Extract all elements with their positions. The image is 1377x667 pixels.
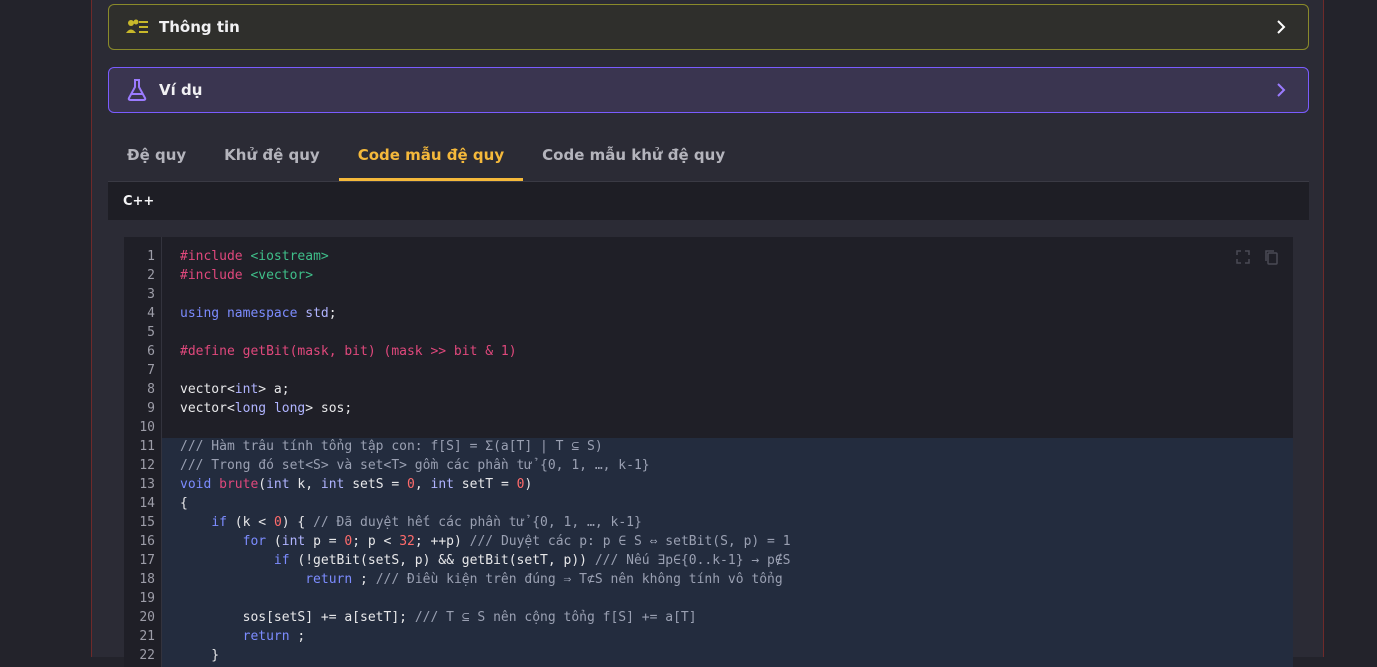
line-number: 7 xyxy=(147,363,155,378)
code-line: 12 /// Trong đó set<S> và set<T> gồm các … xyxy=(124,456,1293,475)
code-line: 2 #include <vector> xyxy=(124,266,1293,285)
language-label[interactable]: C++ xyxy=(123,194,154,209)
language-bar: C++ xyxy=(108,181,1309,220)
code-line: 11 /// Hàm trâu tính tổng tập con: f[S] =… xyxy=(124,437,1293,456)
line-number: 9 xyxy=(147,401,155,416)
code-line: 13 void brute(int k, int setS = 0, int se… xyxy=(124,475,1293,494)
line-number: 5 xyxy=(147,325,155,340)
code-line: 7 xyxy=(124,361,1293,380)
code-text: /// Trong đó set<S> và set<T> gồm các ph… xyxy=(180,458,650,473)
code-text: if (!getBit(setS, p) && getBit(setT, p))… xyxy=(273,553,791,568)
code-text: for (int p = 0; p < 32; ++p) /// Duyệt c… xyxy=(242,534,791,549)
code-text: } xyxy=(180,648,220,663)
line-number: 3 xyxy=(147,287,155,302)
chevron-right-icon[interactable] xyxy=(1272,81,1290,99)
accordion-info-title: Thông tin xyxy=(159,18,240,36)
code-line: 1 #include <iostream> xyxy=(124,247,1293,266)
code-line: 18 return ; /// Điều kiện trên đúng ⇒ T⊄… xyxy=(124,570,1293,589)
line-number: 21 xyxy=(139,629,155,644)
chevron-right-icon[interactable] xyxy=(1272,18,1290,36)
code-text: void brute(int k, int setS = 0, int setT… xyxy=(180,477,533,492)
code-text: using namespace std; xyxy=(180,306,337,321)
line-number: 17 xyxy=(139,553,155,568)
code-text: if (k < 0) { // Đã duyệt hết các phần tử… xyxy=(211,515,642,530)
code-text: vector<long long> sos; xyxy=(180,401,353,416)
tab-sample-code-remove-recursion[interactable]: Code mẫu khử đệ quy xyxy=(523,132,744,178)
tab-remove-recursion[interactable]: Khử đệ quy xyxy=(205,132,339,178)
tab-recursion[interactable]: Đệ quy xyxy=(108,132,205,178)
code-line: 14 { xyxy=(124,494,1293,513)
content-panel: Thông tin Ví dụ Đệ quy Khử đệ quy Code m… xyxy=(91,0,1324,667)
code-line: 6 #define getBit(mask, bit) (mask >> bit … xyxy=(124,342,1293,361)
line-number: 22 xyxy=(139,648,155,663)
code-line: 4 using namespace std; xyxy=(124,304,1293,323)
line-number: 4 xyxy=(147,306,155,321)
code-line: 9 vector<long long> sos; xyxy=(124,399,1293,418)
code-line: 21 return ; xyxy=(124,627,1293,646)
accordion-example-title: Ví dụ xyxy=(159,81,203,99)
line-number: 1 xyxy=(147,249,155,264)
tab-sample-code-recursion[interactable]: Code mẫu đệ quy xyxy=(338,132,524,181)
line-number: 16 xyxy=(139,534,155,549)
code-text: #define getBit(mask, bit) (mask >> bit &… xyxy=(180,344,517,359)
line-number: 8 xyxy=(147,382,155,397)
line-number: 15 xyxy=(139,515,155,530)
line-number: 2 xyxy=(147,268,155,283)
code-line: 15 if (k < 0) { // Đã duyệt hết các phần… xyxy=(124,513,1293,532)
line-number: 20 xyxy=(139,610,155,625)
line-number: 13 xyxy=(139,477,155,492)
code-text: #include <iostream> xyxy=(180,249,329,264)
code-line: 10 xyxy=(124,418,1293,437)
code-line: 8 vector<int> a; xyxy=(124,380,1293,399)
code-text: { xyxy=(180,496,188,511)
code-text: vector<int> a; xyxy=(180,382,290,397)
line-number: 11 xyxy=(139,439,155,454)
code-text: return ; /// Điều kiện trên đúng ⇒ T⊄S n… xyxy=(305,572,783,587)
line-number: 19 xyxy=(139,591,155,606)
code-text: /// Hàm trâu tính tổng tập con: f[S] = Σ… xyxy=(180,439,603,454)
code-line: 5 xyxy=(124,323,1293,342)
flask-icon xyxy=(124,77,150,103)
accordion-info[interactable]: Thông tin xyxy=(108,4,1309,50)
code-text: #include <vector> xyxy=(180,268,314,283)
line-number: 14 xyxy=(139,496,155,511)
line-number: 12 xyxy=(139,458,155,473)
code-block: 1 #include <iostream> 2 #include <vector> 3 4… xyxy=(124,237,1293,667)
accordion-example[interactable]: Ví dụ xyxy=(108,67,1309,113)
code-text: sos[setS] += a[setT]; /// T ⊆ S nên cộng… xyxy=(180,610,697,625)
users-list-icon xyxy=(124,14,150,40)
code-line: 20 sos[setS] += a[setT]; /// T ⊆ S nên c… xyxy=(124,608,1293,627)
line-number: 6 xyxy=(147,344,155,359)
code-line: 22 } xyxy=(124,646,1293,665)
code-line: 3 xyxy=(124,285,1293,304)
line-number: 10 xyxy=(139,420,155,435)
code-tabs: Đệ quy Khử đệ quy Code mẫu đệ quy Code m… xyxy=(108,132,744,181)
code-line: 19 xyxy=(124,589,1293,608)
line-number: 18 xyxy=(139,572,155,587)
code-line: 17 if (!getBit(setS, p) && getBit(setT, … xyxy=(124,551,1293,570)
code-line: 16 for (int p = 0; p < 32; ++p) /// Duyệ… xyxy=(124,532,1293,551)
code-text: return ; xyxy=(242,629,306,644)
